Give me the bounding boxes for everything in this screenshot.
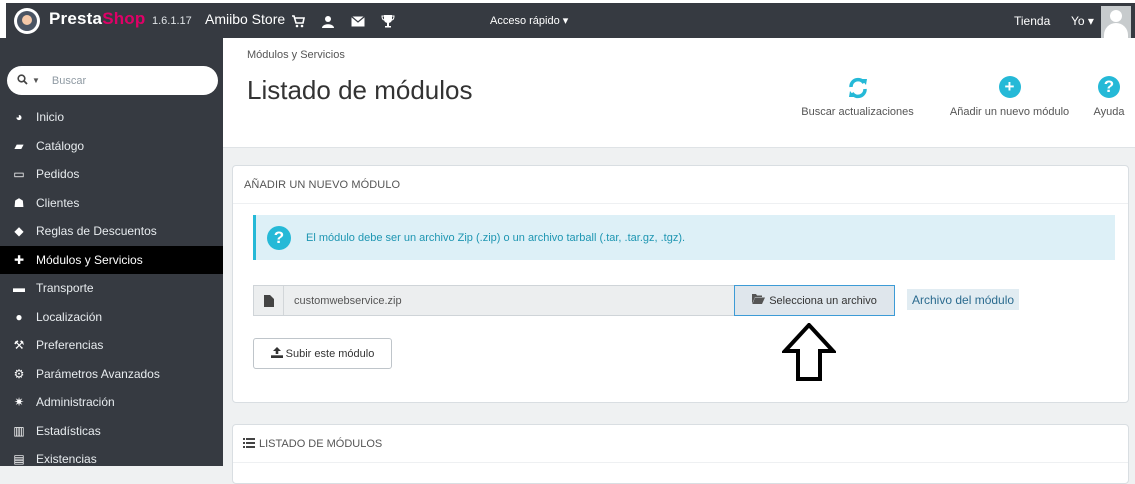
add-module-label: Añadir un nuevo módulo xyxy=(949,106,1070,118)
sidebar-item-estadisticas[interactable]: ▥ Estadísticas xyxy=(0,417,223,446)
sidebar-item-label: Pedidos xyxy=(36,167,80,182)
chevron-down-icon: ▾ xyxy=(1087,14,1094,28)
help-button[interactable]: ? Ayuda xyxy=(1089,76,1129,118)
sidebar-item-localizacion[interactable]: ● Localización xyxy=(0,303,223,332)
page-header: Módulos y Servicios Listado de módulos B… xyxy=(223,38,1135,148)
module-list-panel: LISTADO DE MÓDULOS xyxy=(232,424,1129,484)
list-icon xyxy=(243,437,255,451)
sidebar-item-inicio[interactable]: ◕ Inicio xyxy=(0,103,223,132)
brand-name: PrestaShop xyxy=(49,9,145,29)
sidebar-item-label: Preferencias xyxy=(36,338,104,353)
user-menu-label: Yo xyxy=(1071,14,1085,28)
shop-link[interactable]: Tienda xyxy=(1014,14,1050,28)
dashboard-icon: ◕ xyxy=(15,110,23,125)
sidebar-item-label: Catálogo xyxy=(36,138,85,153)
sidebar-item-label: Clientes xyxy=(36,195,80,210)
search-icon[interactable] xyxy=(17,73,28,88)
book-icon: ▰ xyxy=(14,138,24,153)
arrow-up-icon xyxy=(782,323,836,381)
sidebar-item-label: Módulos y Servicios xyxy=(36,252,143,267)
sidebar-item-label: Reglas de Descuentos xyxy=(36,224,157,239)
sidebar-item-parametros[interactable]: ⚙ Parámetros Avanzados xyxy=(0,360,223,389)
top-header: PrestaShop 1.6.1.17 Amiibo Store Acceso … xyxy=(0,0,1135,41)
select-file-label: Selecciona un archivo xyxy=(769,294,877,307)
info-alert: ? El módulo debe ser un archivo Zip (.zi… xyxy=(253,215,1115,260)
users-icon: ☗ xyxy=(13,195,25,210)
file-field-label: Archivo del módulo xyxy=(907,289,1020,310)
select-file-button[interactable]: Selecciona un archivo xyxy=(734,285,895,316)
sidebar-item-modulos[interactable]: ✚ Módulos y Servicios xyxy=(0,245,223,274)
sidebar-item-preferencias[interactable]: ⚒ Preferencias xyxy=(0,331,223,360)
sidebar-item-label: Estadísticas xyxy=(36,423,101,438)
panel-heading: LISTADO DE MÓDULOS xyxy=(233,425,1128,463)
version-label: 1.6.1.17 xyxy=(152,15,192,27)
quick-access-menu[interactable]: Acceso rápido ▾ xyxy=(490,14,568,27)
globe-icon: ● xyxy=(15,309,23,324)
sidebar-item-existencias[interactable]: ▤ Existencias xyxy=(0,445,223,474)
upload-icon xyxy=(270,346,283,361)
top-left-edge xyxy=(0,3,6,41)
sidebar-item-label: Existencias xyxy=(36,452,97,467)
plus-circle-icon: + xyxy=(936,76,1083,100)
chevron-down-icon[interactable]: ▼ xyxy=(32,76,40,85)
file-name: customwebservice.zip xyxy=(294,294,402,307)
add-module-button[interactable]: + Añadir un nuevo módulo xyxy=(936,76,1083,118)
check-updates-button[interactable]: Buscar actualizaciones xyxy=(790,76,925,118)
store-name[interactable]: Amiibo Store xyxy=(205,11,285,27)
help-label: Ayuda xyxy=(1093,106,1125,118)
prestashop-logo-icon[interactable] xyxy=(14,8,40,34)
sidebar-item-administracion[interactable]: ✷ Administración xyxy=(0,388,223,417)
sidebar-item-pedidos[interactable]: ▭ Pedidos xyxy=(0,160,223,189)
wrench-icon: ⚒ xyxy=(13,338,25,353)
brand-part-2: Shop xyxy=(102,9,146,28)
sidebar-item-descuentos[interactable]: ◆ Reglas de Descuentos xyxy=(0,217,223,246)
credit-card-icon: ▭ xyxy=(13,167,25,182)
module-list-heading: LISTADO DE MÓDULOS xyxy=(259,437,383,450)
search-input[interactable]: Buscar xyxy=(52,75,86,87)
search-bar[interactable]: ▼ Buscar xyxy=(7,66,218,95)
quick-access-label: Acceso rápido xyxy=(490,15,560,27)
trophy-icon[interactable] xyxy=(380,13,396,29)
avatar[interactable] xyxy=(1101,6,1131,39)
refresh-icon xyxy=(790,76,925,100)
file-icon xyxy=(254,286,284,315)
sidebar-nav: ◕ Inicio ▰ Catálogo ▭ Pedidos ☗ Clientes ◆ Re… xyxy=(0,103,223,474)
sidebar-item-transporte[interactable]: ▬ Transporte xyxy=(0,274,223,303)
puzzle-icon: ✚ xyxy=(13,252,25,267)
sidebar: ▼ Buscar ◕ Inicio ▰ Catálogo ▭ Pedidos ☗ Cli… xyxy=(0,38,223,466)
question-circle-icon: ? xyxy=(1089,76,1129,100)
envelope-icon[interactable] xyxy=(350,13,366,29)
cogs-icon: ⚙ xyxy=(13,366,25,381)
sidebar-item-label: Transporte xyxy=(36,281,94,296)
truck-icon: ▬ xyxy=(13,281,25,296)
cart-icon[interactable] xyxy=(290,13,306,29)
check-updates-label: Buscar actualizaciones xyxy=(801,106,914,118)
user-icon[interactable] xyxy=(320,13,336,29)
sidebar-item-label: Localización xyxy=(36,309,103,324)
tag-icon: ◆ xyxy=(14,224,24,239)
main-content: Módulos y Servicios Listado de módulos B… xyxy=(223,38,1135,484)
folder-open-icon xyxy=(752,294,766,307)
bar-chart-icon: ▥ xyxy=(13,423,25,438)
user-menu[interactable]: Yo ▾ xyxy=(1071,14,1094,28)
cog-icon: ✷ xyxy=(13,395,25,410)
panel-heading: AÑADIR UN NUEVO MÓDULO xyxy=(233,166,1128,204)
page-title: Listado de módulos xyxy=(247,75,473,105)
sidebar-item-label: Administración xyxy=(36,395,115,410)
archive-icon: ▤ xyxy=(13,452,25,467)
sidebar-item-label: Parámetros Avanzados xyxy=(36,366,160,381)
chevron-down-icon: ▾ xyxy=(562,15,569,27)
breadcrumb[interactable]: Módulos y Servicios xyxy=(247,49,345,61)
quick-icons xyxy=(290,13,396,29)
add-module-panel: AÑADIR UN NUEVO MÓDULO ? El módulo debe … xyxy=(232,165,1129,403)
sidebar-item-label: Inicio xyxy=(36,110,65,125)
upload-module-label: Subir este módulo xyxy=(285,347,375,360)
sidebar-item-catalogo[interactable]: ▰ Catálogo xyxy=(0,132,223,161)
question-circle-icon: ? xyxy=(267,225,291,250)
sidebar-item-clientes[interactable]: ☗ Clientes xyxy=(0,189,223,218)
upload-module-button[interactable]: Subir este módulo xyxy=(253,338,392,369)
alert-text: El módulo debe ser un archivo Zip (.zip)… xyxy=(306,231,686,244)
brand-part-1: Presta xyxy=(49,9,103,28)
